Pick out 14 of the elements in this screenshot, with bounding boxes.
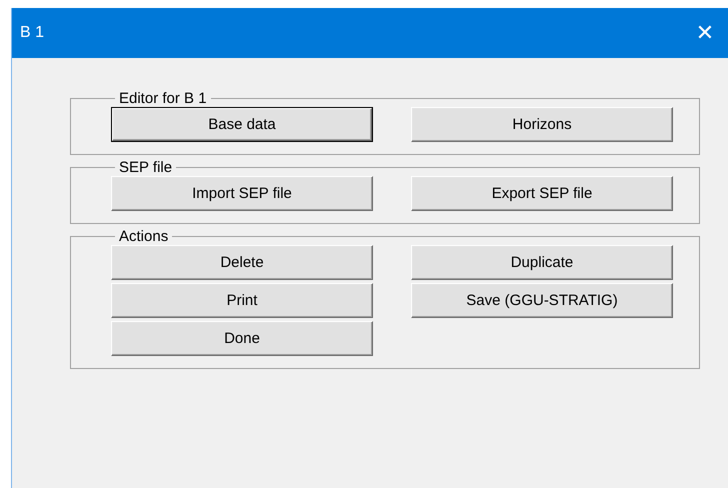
group-label: Actions [118,228,170,245]
group-label: SEP file [118,159,174,176]
dialog-button[interactable]: Import SEP file [111,176,373,211]
dialog-button[interactable]: Print [111,283,373,318]
dialog-button[interactable]: Done [111,321,373,356]
dialog-button[interactable]: Duplicate [411,245,673,280]
dialog-button[interactable]: Base data [111,107,373,142]
close-button[interactable]: ✕ [682,8,728,58]
dialog-button[interactable]: Delete [111,245,373,280]
group-label: Editor for B 1 [118,90,208,107]
dialog-button[interactable]: Horizons [411,107,673,142]
window-title: B 1 [20,24,44,42]
dialog-button[interactable]: Export SEP file [411,176,673,211]
dialog-button[interactable]: Save (GGU-STRATIG) [411,283,673,318]
